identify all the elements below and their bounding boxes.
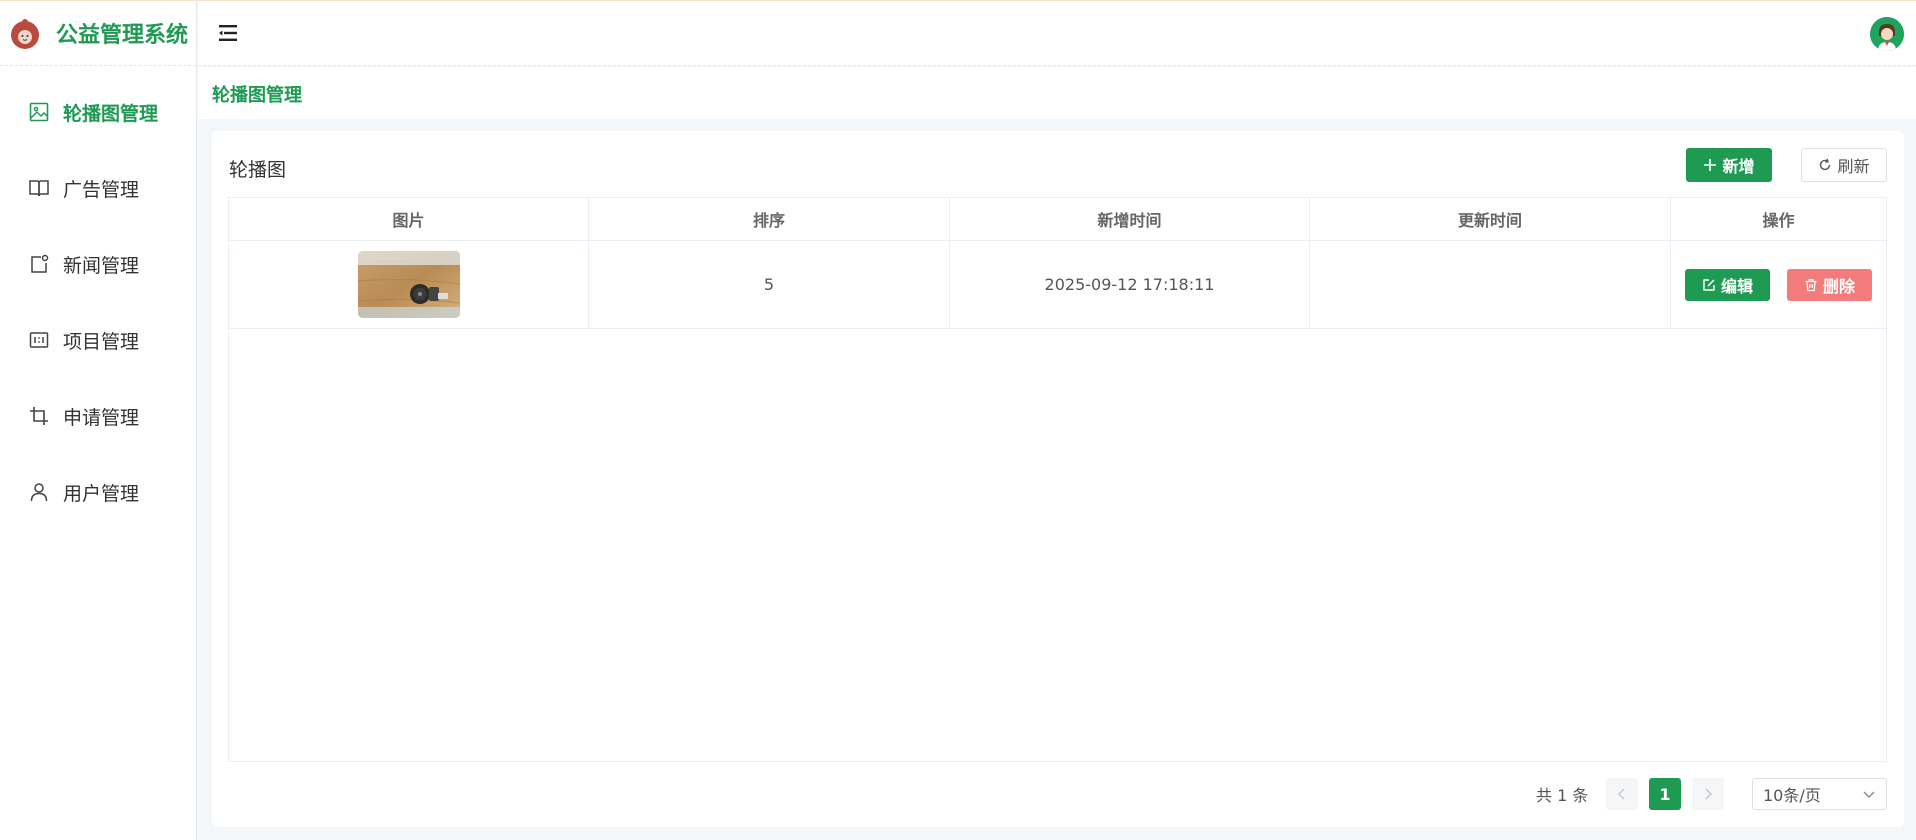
carousel-table: 图片 排序 新增时间 更新时间 操作 5 2025-09-12 17:18:11…	[228, 197, 1887, 762]
sidebar-menu: 轮播图管理 广告管理 新闻管理 项目管理 申请管理 用户管理	[0, 66, 196, 530]
sidebar-item-users[interactable]: 用户管理	[0, 454, 196, 530]
add-button[interactable]: 新增	[1686, 148, 1772, 182]
top-header	[198, 0, 1916, 66]
cell-sort: 5	[589, 241, 950, 328]
prev-page-button[interactable]	[1606, 778, 1638, 810]
column-header-created: 新增时间	[950, 198, 1310, 240]
delete-button-label: 删除	[1822, 276, 1855, 296]
logo-icon	[11, 19, 39, 49]
chevron-down-icon	[1863, 791, 1875, 798]
card-title: 轮播图	[229, 159, 287, 181]
chevron-left-icon	[1618, 788, 1625, 800]
sidebar-item-projects[interactable]: 项目管理	[0, 302, 196, 378]
sidebar-item-label: 广告管理	[63, 178, 140, 201]
delete-button[interactable]: 删除	[1787, 268, 1872, 301]
page-title: 轮播图管理	[212, 85, 302, 106]
pagination-total: 共 1 条	[1536, 786, 1589, 805]
add-button-label: 新增	[1722, 157, 1755, 176]
sidebar-item-carousel[interactable]: 轮播图管理	[0, 74, 196, 150]
sidebar: 公益管理系统 轮播图管理 广告管理 新闻管理 项目管理 申请管理 用户管理	[0, 0, 197, 840]
sidebar-item-ads[interactable]: 广告管理	[0, 150, 196, 226]
column-header-sort: 排序	[589, 198, 950, 240]
sidebar-item-label: 用户管理	[63, 482, 140, 505]
edit-button[interactable]: 编辑	[1685, 268, 1770, 301]
cell-created: 2025-09-12 17:18:11	[950, 241, 1310, 328]
edit-button-label: 编辑	[1720, 276, 1753, 296]
logo-area: 公益管理系统	[0, 0, 196, 66]
news-icon	[28, 253, 50, 275]
page-size-select[interactable]: 10条/页	[1752, 778, 1887, 810]
cell-image	[229, 241, 589, 328]
sidebar-item-news[interactable]: 新闻管理	[0, 226, 196, 302]
sidebar-item-label: 新闻管理	[63, 254, 140, 277]
avatar-icon[interactable]	[1870, 17, 1904, 51]
cell-actions: 编辑 删除	[1671, 241, 1886, 328]
ratio-icon	[28, 329, 50, 351]
sidebar-item-applications[interactable]: 申请管理	[0, 378, 196, 454]
plus-icon	[1703, 158, 1717, 172]
column-header-image: 图片	[229, 198, 589, 240]
next-page-button[interactable]	[1692, 778, 1724, 810]
image-icon	[28, 101, 50, 123]
refresh-button[interactable]: 刷新	[1801, 148, 1887, 182]
table-header: 图片 排序 新增时间 更新时间 操作	[229, 198, 1886, 241]
edit-icon	[1702, 278, 1716, 292]
refresh-button-label: 刷新	[1837, 157, 1870, 176]
chevron-right-icon	[1705, 788, 1712, 800]
refresh-icon	[1818, 158, 1832, 172]
sidebar-item-label: 轮播图管理	[63, 102, 159, 125]
page-size-value: 10条/页	[1763, 786, 1821, 805]
carousel-thumbnail[interactable]	[357, 251, 460, 318]
page-title-bar: 轮播图管理	[198, 67, 1916, 119]
book-icon	[28, 177, 50, 199]
cell-updated	[1310, 241, 1671, 328]
menu-fold-icon[interactable]	[216, 21, 240, 45]
sidebar-item-label: 申请管理	[63, 406, 140, 429]
column-header-updated: 更新时间	[1310, 198, 1671, 240]
trash-icon	[1804, 278, 1818, 292]
column-header-actions: 操作	[1762, 211, 1795, 230]
table-row: 5 2025-09-12 17:18:11 编辑 删除	[229, 241, 1886, 329]
crop-icon	[28, 405, 50, 427]
app-title: 公益管理系统	[56, 23, 189, 48]
content-card: 轮播图 新增 刷新 图片 排序 新增时间 更新时间 操作 5 2025-09-1…	[212, 131, 1904, 827]
sidebar-item-label: 项目管理	[63, 330, 140, 353]
page-number-current[interactable]: 1	[1649, 778, 1681, 810]
user-icon	[28, 481, 50, 503]
